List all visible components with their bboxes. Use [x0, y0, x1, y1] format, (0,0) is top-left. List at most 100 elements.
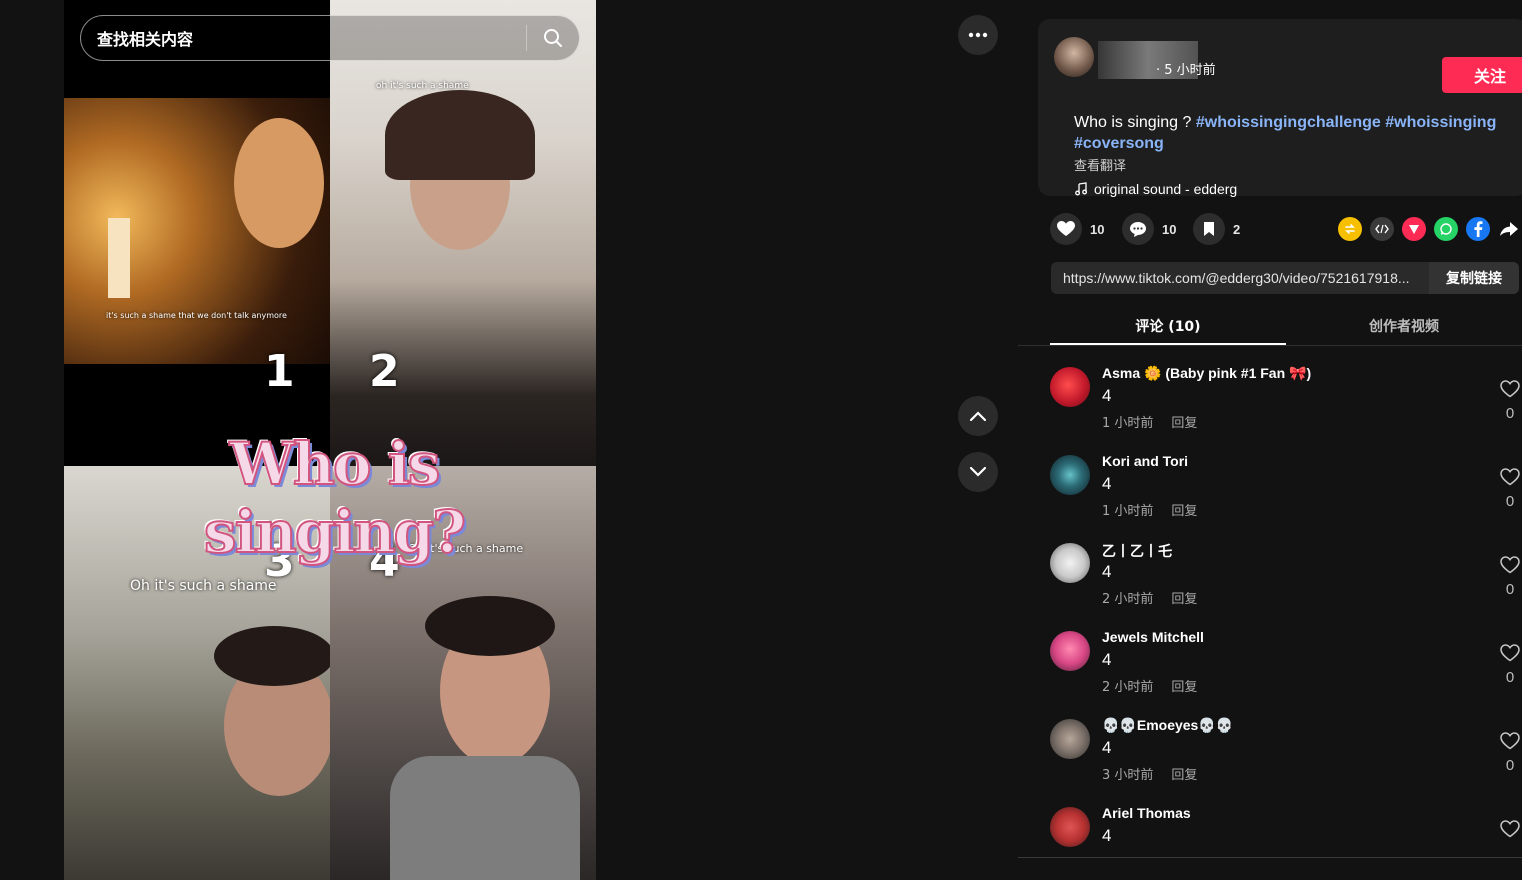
send-icon[interactable] — [1402, 217, 1426, 241]
overlay-title: Who is singing? — [203, 429, 467, 567]
singer-face — [234, 118, 324, 248]
comment-meta: 2 小时前 回复 — [1102, 588, 1215, 607]
commenter-name[interactable]: Jewels Mitchell — [1102, 629, 1204, 645]
hashtag-link[interactable]: #whoissinging — [1385, 114, 1496, 131]
commenter-avatar[interactable] — [1050, 719, 1090, 759]
number-2: 2 — [369, 346, 400, 397]
commenter-avatar[interactable] — [1050, 631, 1090, 671]
video-player[interactable]: oh it's such a shame it's such a shame t… — [64, 0, 596, 880]
comment-meta: 1 小时前 回复 — [1102, 412, 1215, 431]
like-count: 10 — [1090, 221, 1105, 237]
commenter-name[interactable]: Kori and Tori — [1102, 453, 1188, 469]
heart-outline-icon[interactable] — [1500, 644, 1520, 662]
more-icon — [968, 32, 988, 38]
comment-time: 1 小时前 — [1102, 504, 1154, 519]
music-link[interactable]: original sound - edderg — [1074, 181, 1237, 197]
follow-button[interactable]: 关注 — [1442, 57, 1522, 93]
previous-video-button[interactable] — [958, 396, 998, 436]
singer-hair — [385, 90, 535, 180]
heart-icon[interactable] — [1050, 213, 1082, 245]
comment-text: 4 — [1102, 650, 1112, 669]
reply-button[interactable]: 回复 — [1171, 592, 1197, 607]
comment-text: 4 — [1102, 562, 1112, 581]
reply-button[interactable]: 回复 — [1171, 504, 1197, 519]
share-arrow-icon[interactable] — [1497, 217, 1521, 241]
tab-bar: 评论 (10) 创作者视频 — [1018, 308, 1522, 346]
commenter-name[interactable]: Asma 🌼 (Baby pink #1 Fan 🎀) — [1102, 365, 1311, 382]
reply-button[interactable]: 回复 — [1171, 768, 1197, 783]
like-stat[interactable]: 10 — [1050, 213, 1104, 245]
more-options-button[interactable] — [958, 15, 998, 55]
active-tab-indicator — [1050, 343, 1286, 345]
repost-icon[interactable] — [1338, 217, 1362, 241]
search-icon[interactable] — [527, 15, 579, 61]
heart-outline-icon[interactable] — [1500, 468, 1520, 486]
reply-button[interactable]: 回复 — [1171, 680, 1197, 695]
comment-time: 1 小时前 — [1102, 416, 1154, 431]
embed-icon[interactable] — [1370, 217, 1394, 241]
comment-like[interactable]: 0 — [1498, 468, 1522, 510]
music-title: original sound - edderg — [1094, 181, 1238, 197]
chevron-down-icon — [969, 466, 987, 477]
singer-hair — [214, 626, 330, 686]
video-quadrant-1: it's such a shame that we don't talk any… — [64, 98, 330, 364]
commenter-name[interactable]: 乙丨乙丨乇 — [1102, 541, 1172, 561]
search-bar[interactable]: 查找相关内容 — [80, 15, 580, 61]
search-input[interactable]: 查找相关内容 — [81, 26, 526, 50]
video-url[interactable]: https://www.tiktok.com/@edderg30/video/7… — [1051, 270, 1429, 286]
comment-text: 4 — [1102, 386, 1112, 405]
reply-button[interactable]: 回复 — [1171, 416, 1197, 431]
save-stat[interactable]: 2 — [1193, 213, 1240, 245]
commenter-avatar[interactable] — [1050, 367, 1090, 407]
heart-outline-icon[interactable] — [1500, 820, 1520, 838]
commenter-avatar[interactable] — [1050, 455, 1090, 495]
comment-like[interactable]: 0 — [1498, 380, 1522, 422]
comment-time: 2 小时前 — [1102, 680, 1154, 695]
commenter-name[interactable]: 💀💀Emoeyes💀💀 — [1102, 717, 1233, 734]
copy-link-button[interactable]: 复制链接 — [1429, 262, 1519, 294]
comment-item: Asma 🌼 (Baby pink #1 Fan 🎀) 4 1 小时前 回复 0 — [1050, 355, 1522, 435]
singer-hair — [425, 596, 555, 656]
hashtag-link[interactable]: #whoissingingchallenge — [1196, 114, 1381, 131]
caption-q1: it's such a shame that we don't talk any… — [106, 311, 287, 320]
comment-like-count: 0 — [1505, 581, 1515, 598]
comment-stat[interactable]: 10 — [1122, 213, 1176, 245]
tab-comments[interactable]: 评论 (10) — [1050, 316, 1286, 336]
comment-like-count: 0 — [1505, 405, 1515, 422]
facebook-icon[interactable] — [1466, 217, 1490, 241]
comment-item: Jewels Mitchell 4 2 小时前 回复 0 — [1050, 619, 1522, 699]
comment-meta: 2 小时前 回复 — [1102, 676, 1215, 695]
details-panel: · 5 小时前 关注 Who is singing ? #whoissingin… — [1018, 0, 1522, 880]
next-video-button[interactable] — [958, 452, 998, 492]
candle — [108, 218, 130, 298]
comment-like[interactable]: 0 — [1498, 644, 1522, 686]
comment-time: 3 小时前 — [1102, 768, 1154, 783]
commenter-name[interactable]: Ariel Thomas — [1102, 805, 1191, 821]
author-avatar[interactable] — [1054, 37, 1094, 77]
commenter-avatar[interactable] — [1050, 543, 1090, 583]
translate-link[interactable]: 查看翻译 — [1074, 155, 1126, 174]
whatsapp-icon[interactable] — [1434, 217, 1458, 241]
comment-like[interactable]: 0 — [1498, 732, 1522, 774]
heart-outline-icon[interactable] — [1500, 732, 1520, 750]
bookmark-icon[interactable] — [1193, 213, 1225, 245]
comment-meta: 3 小时前 回复 — [1102, 764, 1215, 783]
comment-item: 乙丨乙丨乇 4 2 小时前 回复 0 — [1050, 531, 1522, 611]
heart-outline-icon[interactable] — [1500, 556, 1520, 574]
hashtag-link[interactable]: #coversong — [1074, 135, 1164, 152]
comment-item: 💀💀Emoeyes💀💀 4 3 小时前 回复 0 — [1050, 707, 1522, 787]
comment-text: 4 — [1102, 738, 1112, 757]
video-stage: oh it's such a shame it's such a shame t… — [0, 0, 1018, 880]
comment-meta: 1 小时前 回复 — [1102, 500, 1215, 519]
comment-like[interactable] — [1498, 820, 1522, 845]
comment-count: 10 — [1162, 221, 1177, 237]
commenter-avatar[interactable] — [1050, 807, 1090, 847]
comment-time: 2 小时前 — [1102, 592, 1154, 607]
video-link-box: https://www.tiktok.com/@edderg30/video/7… — [1051, 262, 1519, 294]
comment-like-count: 0 — [1505, 493, 1515, 510]
heart-outline-icon[interactable] — [1500, 380, 1520, 398]
comment-icon[interactable] — [1122, 213, 1154, 245]
comment-like[interactable]: 0 — [1498, 556, 1522, 598]
tab-creator-videos[interactable]: 创作者视频 — [1286, 316, 1522, 336]
comment-item: Kori and Tori 4 1 小时前 回复 0 — [1050, 443, 1522, 523]
